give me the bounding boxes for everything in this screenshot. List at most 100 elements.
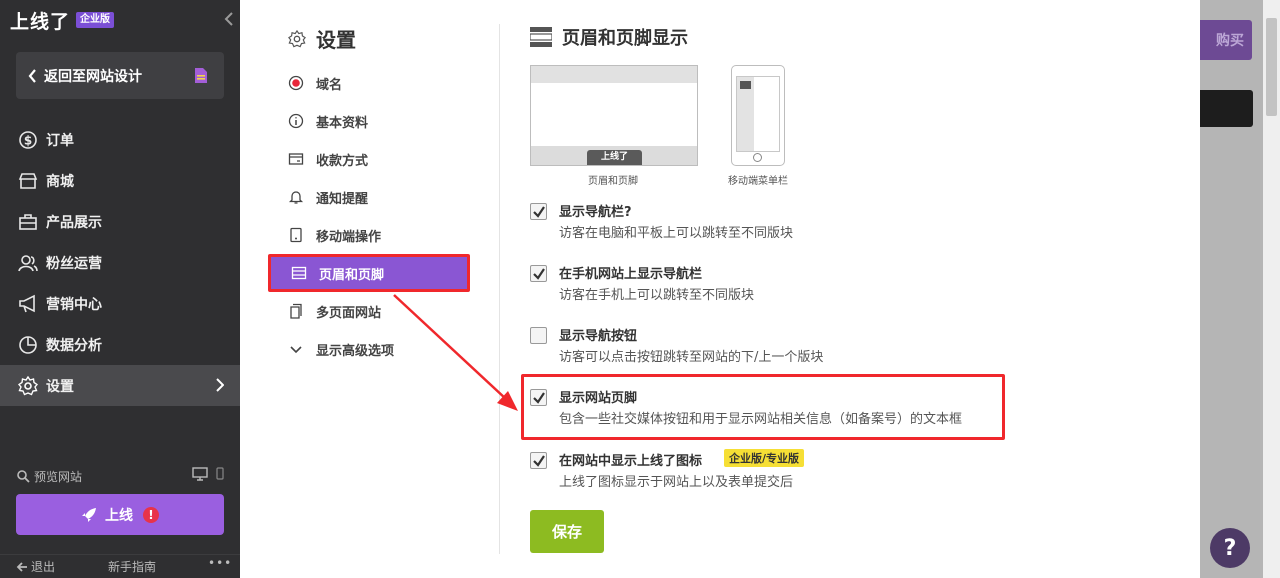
settings-menu-label: 基本资料 — [316, 115, 369, 131]
settings-menu-advanced[interactable]: 显示高级选项 — [268, 330, 470, 368]
more-menu-icon[interactable]: ••• — [208, 556, 232, 570]
sidebar-item-orders[interactable]: $ 订单 — [0, 119, 240, 160]
record-icon — [288, 75, 304, 91]
settings-menu-notifications[interactable]: 通知提醒 — [268, 178, 470, 216]
back-label: 返回至网站设计 — [44, 68, 142, 85]
edition-badge: 企业版 — [76, 12, 115, 28]
settings-menu-payment[interactable]: 收款方式 — [268, 140, 470, 178]
settings-menu-multipage[interactable]: 多页面网站 — [268, 292, 470, 330]
sidebar-item-fans[interactable]: 粉丝运营 — [0, 242, 240, 283]
sidebar-item-marketing[interactable]: 营销中心 — [0, 283, 240, 324]
panel-divider — [499, 24, 500, 554]
warning-icon: ! — [143, 506, 159, 523]
sidebar-item-label: 商城 — [46, 173, 74, 190]
tier-badge: 企业版/专业版 — [724, 449, 805, 467]
sidebar-item-label: 营销中心 — [46, 296, 102, 313]
megaphone-icon — [18, 294, 38, 314]
sidebar-item-analytics[interactable]: 数据分析 — [0, 324, 240, 365]
sidebar-item-label: 粉丝运营 — [46, 255, 102, 272]
sidebar-item-label: 设置 — [46, 378, 74, 395]
guide-link[interactable]: 新手指南 — [108, 558, 156, 575]
content-heading: 页眉和页脚显示 — [530, 24, 688, 50]
sidebar-item-label: 产品展示 — [46, 214, 102, 231]
settings-menu-header-footer[interactable]: 页眉和页脚 — [268, 254, 470, 292]
sidebar-item-store[interactable]: 商城 — [0, 160, 240, 201]
mobile-thumbnail-caption: 移动端菜单栏 — [728, 176, 788, 187]
pie-chart-icon — [18, 335, 38, 355]
settings-menu-basic-info[interactable]: 基本资料 — [268, 102, 470, 140]
preview-site-link[interactable]: 预览网站 — [34, 468, 82, 485]
sidebar-footer: 退出 新手指南 ••• — [0, 554, 240, 578]
thumbnail-mobile-sidebar — [737, 77, 754, 151]
settings-menu-label: 显示高级选项 — [316, 343, 395, 359]
search-icon — [17, 470, 30, 483]
sidebar: 上线了 企业版 返回至网站设计 $ 订单 商城 产品展示 粉丝运营 营销中心 数… — [0, 0, 240, 578]
settings-menu-label: 多页面网站 — [316, 305, 382, 321]
publish-button[interactable]: 上线 ! — [16, 494, 224, 535]
settings-menu-label: 域名 — [316, 77, 343, 93]
settings-title: 设置 — [316, 28, 356, 52]
gear-icon — [18, 375, 38, 396]
option-description: 访客在手机上可以跳转至不同版块 — [559, 288, 755, 303]
page-scrollbar[interactable] — [1263, 0, 1280, 578]
card-icon — [288, 151, 304, 167]
settings-menu-domain[interactable]: 域名 — [268, 64, 470, 102]
desktop-header-footer-thumbnail[interactable]: 上线了 — [530, 65, 698, 166]
option-description: 访客可以点击按钮跳转至网站的下/上一个版块 — [559, 350, 824, 365]
chevron-left-icon — [28, 68, 36, 83]
dollar-circle-icon: $ — [18, 130, 38, 150]
sidebar-item-settings[interactable]: 设置 — [0, 365, 240, 406]
option-title: 显示导航栏? — [559, 205, 632, 220]
document-icon — [195, 68, 207, 83]
thumbnail-header-bar — [531, 66, 697, 83]
preview-row: 预览网站 — [16, 467, 224, 485]
pages-icon — [288, 303, 304, 319]
checkbox-nav-buttons[interactable] — [530, 327, 547, 344]
back-to-design-button[interactable]: 返回至网站设计 — [16, 52, 224, 99]
logo-text: 上线了 — [10, 10, 71, 33]
header-footer-icon — [530, 27, 552, 47]
option-title: 显示导航按钮 — [559, 329, 638, 344]
mobile-menu-thumbnail[interactable] — [731, 65, 785, 166]
brand-logo[interactable]: 上线了 企业版 — [10, 8, 115, 33]
settings-heading: 设置 — [288, 24, 356, 53]
header-footer-icon — [291, 265, 307, 281]
sidebar-nav: $ 订单 商城 产品展示 粉丝运营 营销中心 数据分析 设置 — [0, 119, 240, 406]
scrollbar-thumb[interactable] — [1266, 18, 1277, 116]
hamburger-icon — [740, 81, 751, 89]
chevron-down-icon — [288, 341, 304, 357]
option-description: 上线了图标显示于网站上以及表单提交后 — [559, 475, 794, 490]
chevron-left-icon[interactable] — [224, 11, 234, 27]
settings-menu: 域名 基本资料 收款方式 通知提醒 移动端操作 页眉和页脚 多页面网站 显示高级… — [268, 64, 470, 368]
desktop-icon[interactable] — [192, 467, 208, 481]
buy-button[interactable]: 购买 — [1196, 20, 1252, 60]
option-description: 访客在电脑和平板上可以跳转至不同版块 — [559, 226, 794, 241]
settings-menu-label: 移动端操作 — [316, 229, 382, 245]
thumbnail-mobile-screen — [736, 76, 780, 152]
rocket-icon — [82, 507, 96, 522]
help-button[interactable]: ? — [1210, 528, 1250, 568]
save-button[interactable]: 保存 — [530, 510, 604, 553]
mobile-icon — [288, 227, 304, 243]
publish-label: 上线 — [105, 507, 133, 524]
checkbox-show-nav[interactable] — [530, 203, 547, 220]
option-title: 在网站中显示上线了图标 — [559, 454, 703, 469]
settings-menu-mobile[interactable]: 移动端操作 — [268, 216, 470, 254]
option-title: 在手机网站上显示导航栏 — [559, 267, 703, 282]
svg-text:$: $ — [24, 133, 32, 147]
mobile-icon[interactable] — [216, 467, 224, 481]
background-dark-button — [1196, 90, 1253, 127]
sidebar-item-label: 数据分析 — [46, 337, 102, 354]
device-toggle — [192, 467, 224, 481]
sidebar-item-label: 订单 — [46, 132, 74, 149]
checkbox-mobile-nav[interactable] — [530, 265, 547, 282]
logout-link[interactable]: 退出 — [16, 558, 55, 575]
sidebar-item-products[interactable]: 产品展示 — [0, 201, 240, 242]
settings-menu-label: 页眉和页脚 — [319, 267, 385, 283]
checkbox-show-brand-icon[interactable] — [530, 452, 547, 469]
briefcase-icon — [18, 212, 38, 232]
chevron-right-icon — [216, 378, 224, 392]
store-icon — [18, 171, 38, 191]
info-icon — [288, 113, 304, 129]
settings-menu-label: 收款方式 — [316, 153, 369, 169]
